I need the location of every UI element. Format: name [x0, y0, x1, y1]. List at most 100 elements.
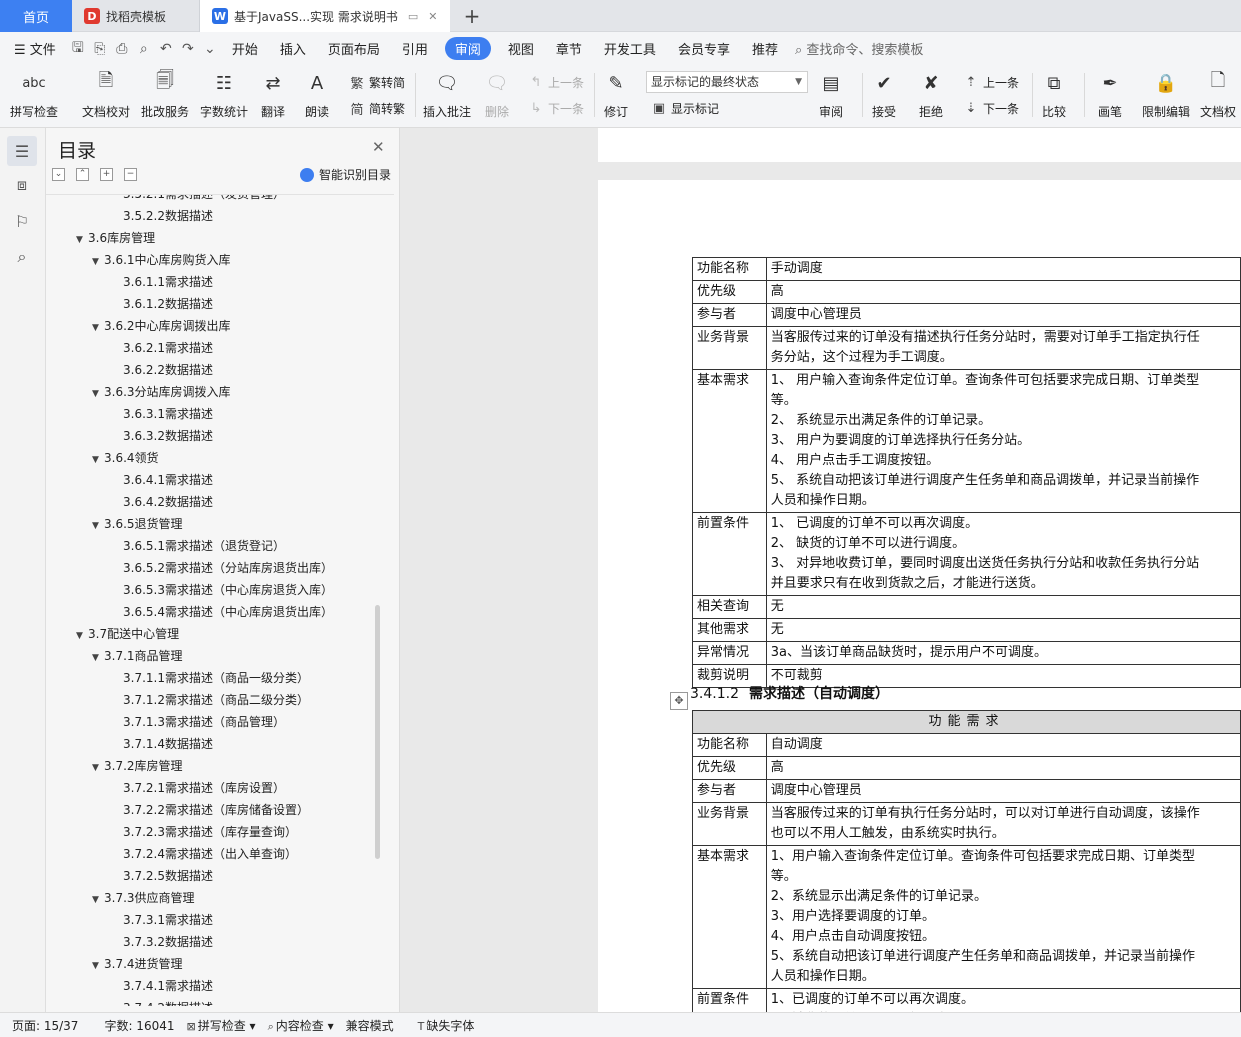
chevron-down-icon[interactable]: ▼ [92, 449, 104, 471]
toc-item[interactable]: 3.7.2.5数据描述 [46, 865, 386, 887]
chevron-down-icon[interactable]: ▼ [92, 955, 104, 977]
toc-item[interactable]: 3.6.4.1需求描述 [46, 469, 386, 491]
document-page[interactable]: 功能名称 手动调度 优先级高参与者 调度中心管理员 业务背景 当客服传过来的订单没有描述执… [598, 180, 1241, 1012]
chevron-down-icon[interactable]: ▼ [92, 383, 104, 405]
toc-item[interactable]: 3.7.3.2数据描述 [46, 931, 386, 953]
quick-access-more-icon[interactable]: ⌄ [199, 41, 221, 57]
menu-insert[interactable]: 插入 [269, 39, 317, 58]
toc-item[interactable]: 3.6.1.2数据描述 [46, 293, 386, 315]
chevron-down-icon[interactable]: ▼ [92, 889, 104, 911]
tab-pin-icon[interactable]: ▭ [408, 10, 418, 23]
expand-up-icon[interactable]: ⌃ [76, 168, 89, 181]
simp-to-trad-button[interactable]: 简简转繁 [348, 98, 405, 118]
toc-item[interactable]: 3.6.4.2数据描述 [46, 491, 386, 513]
toc-item[interactable]: ▼ 3.6.5退货管理 [46, 513, 386, 535]
chevron-down-icon[interactable]: ▼ [76, 229, 88, 251]
menu-developer[interactable]: 开发工具 [593, 39, 667, 58]
toc-rail-icon[interactable]: ☰ [7, 136, 37, 166]
missing-font-status[interactable]: T 缺失字体 [418, 1017, 475, 1034]
trad-to-simp-button[interactable]: 繁繁转简 [348, 72, 405, 92]
file-menu[interactable]: ☰ 文件 [0, 39, 67, 58]
chevron-down-icon[interactable]: ▼ [92, 647, 104, 669]
spell-check-button[interactable]: abc 拼写检查 [10, 69, 58, 123]
tab-home[interactable]: 首页 [0, 0, 72, 32]
tab-template[interactable]: D 找稻壳模板 [72, 0, 200, 32]
read-aloud-button[interactable]: A 朗读 [303, 69, 331, 123]
toc-item[interactable]: 3.6.5.1需求描述（退货登记） [46, 535, 386, 557]
undo-icon[interactable]: ↶ [155, 41, 177, 57]
compare-button[interactable]: ⧉ 比较 [1040, 69, 1068, 123]
toc-item[interactable]: 3.7.1.3需求描述（商品管理） [46, 711, 386, 733]
accept-button[interactable]: ✔ 接受 [870, 69, 898, 123]
toc-item[interactable]: ▼ 3.6.3分站库房调拨入库 [46, 381, 386, 403]
content-check-status[interactable]: ⌕ 内容检查 ▾ [268, 1017, 334, 1034]
markup-mode-select[interactable]: 显示标记的最终状态 ▼ [646, 71, 808, 93]
toc-scrollbar[interactable] [375, 605, 380, 859]
menu-start[interactable]: 开始 [221, 39, 269, 58]
toc-item[interactable]: 3.5.2.1需求描述（发货管理） [46, 195, 386, 205]
toc-item[interactable]: ▼ 3.6.2中心库房调拨出库 [46, 315, 386, 337]
toc-item[interactable]: ▼ 3.6库房管理 [46, 227, 386, 249]
page-indicator[interactable]: 页面: 15/37 [12, 1017, 78, 1034]
next-change-button[interactable]: ⇣ 下一条 [962, 98, 1019, 118]
toc-item[interactable]: 3.6.3.2数据描述 [46, 425, 386, 447]
toc-item[interactable]: 3.7.4.2数据描述 [46, 997, 386, 1006]
reject-button[interactable]: ✘ 拒绝 [917, 69, 945, 123]
menu-references[interactable]: 引用 [391, 39, 439, 58]
toc-item[interactable]: 3.7.2.3需求描述（库存量查询） [46, 821, 386, 843]
menu-page-layout[interactable]: 页面布局 [317, 39, 391, 58]
chevron-down-icon[interactable]: ▼ [92, 515, 104, 537]
toc-item[interactable]: 3.6.2.2数据描述 [46, 359, 386, 381]
prev-comment-button[interactable]: ↰ 上一条 [527, 72, 584, 92]
bookmark-icon[interactable]: ⚐ [7, 206, 37, 236]
menu-review[interactable]: 审阅 [444, 37, 491, 60]
toc-item[interactable]: 3.7.1.1需求描述（商品一级分类） [46, 667, 386, 689]
tab-document[interactable]: W 基于JavaSS...实现 需求说明书 ▭ ✕ [200, 0, 450, 32]
track-changes-button[interactable]: ✎ 修订 [602, 69, 630, 123]
review-service-button[interactable]: 🗐 批改服务 [141, 69, 189, 123]
new-tab-button[interactable]: + [458, 0, 486, 32]
doc-proof-button[interactable]: 🗎 文档校对 [82, 69, 130, 123]
toc-item[interactable]: 3.7.2.1需求描述（库房设置） [46, 777, 386, 799]
toc-item[interactable]: 3.6.1.1需求描述 [46, 271, 386, 293]
pen-button[interactable]: ✒ 画笔 [1096, 69, 1124, 123]
toc-item[interactable]: 3.6.5.3需求描述（中心库房退货入库） [46, 579, 386, 601]
chevron-down-icon[interactable]: ▼ [92, 317, 104, 339]
prev-change-button[interactable]: ⇡ 上一条 [962, 72, 1019, 92]
toc-item[interactable]: ▼ 3.6.1中心库房购货入库 [46, 249, 386, 271]
close-icon[interactable]: ✕ [372, 138, 385, 156]
toc-item[interactable]: ▼ 3.7.2库房管理 [46, 755, 386, 777]
restrict-edit-button[interactable]: 🔒 限制编辑 [1142, 69, 1190, 123]
toc-item[interactable]: ▼ 3.7.1商品管理 [46, 645, 386, 667]
toc-item[interactable]: 3.7.1.4数据描述 [46, 733, 386, 755]
menu-chapter[interactable]: 章节 [545, 39, 593, 58]
toc-item[interactable]: ▼ 3.7配送中心管理 [46, 623, 386, 645]
toc-item[interactable]: 3.7.2.2需求描述（库房储备设置） [46, 799, 386, 821]
toc-item[interactable]: 3.7.4.1需求描述 [46, 975, 386, 997]
toc-item[interactable]: 3.6.5.4需求描述（中心库房退货出库） [46, 601, 386, 623]
word-count-button[interactable]: ☷ 字数统计 [200, 69, 248, 123]
table-move-handle-icon[interactable]: ✥ [670, 692, 688, 710]
toc-item[interactable]: 3.6.2.1需求描述 [46, 337, 386, 359]
delete-comment-button[interactable]: 🗨 删除 [483, 69, 511, 123]
collapse-all-icon[interactable]: ⌄ [52, 168, 65, 181]
insert-comment-button[interactable]: 🗨 插入批注 [423, 69, 471, 123]
menu-member[interactable]: 会员专享 [667, 39, 741, 58]
toc-item[interactable]: 3.6.3.1需求描述 [46, 403, 386, 425]
word-count-indicator[interactable]: 字数: 16041 [104, 1017, 174, 1034]
toc-item[interactable]: ▼ 3.6.4领货 [46, 447, 386, 469]
toc-item[interactable]: 3.6.5.2需求描述（分站库房退货出库） [46, 557, 386, 579]
review-pane-button[interactable]: ▤ 审阅 [817, 69, 845, 123]
smart-toc-button[interactable]: 智能识别目录 [300, 166, 391, 183]
save-icon[interactable]: 🖫 [67, 37, 89, 61]
spell-check-status[interactable]: ⊠ 拼写检查 ▾ [187, 1017, 256, 1034]
chapter-rail-icon[interactable]: ⧈ [7, 170, 37, 200]
export-icon[interactable]: ⎘ [89, 41, 111, 57]
translate-button[interactable]: ⇄ 翻译 [259, 69, 287, 123]
toc-item[interactable]: 3.7.3.1需求描述 [46, 909, 386, 931]
remove-level-icon[interactable]: − [124, 168, 137, 181]
redo-icon[interactable]: ↷ [177, 41, 199, 57]
print-icon[interactable]: ⎙ [111, 41, 133, 57]
toc-item[interactable]: 3.7.1.2需求描述（商品二级分类） [46, 689, 386, 711]
doc-permission-button[interactable]: 🗋 文档权 [1200, 69, 1236, 123]
